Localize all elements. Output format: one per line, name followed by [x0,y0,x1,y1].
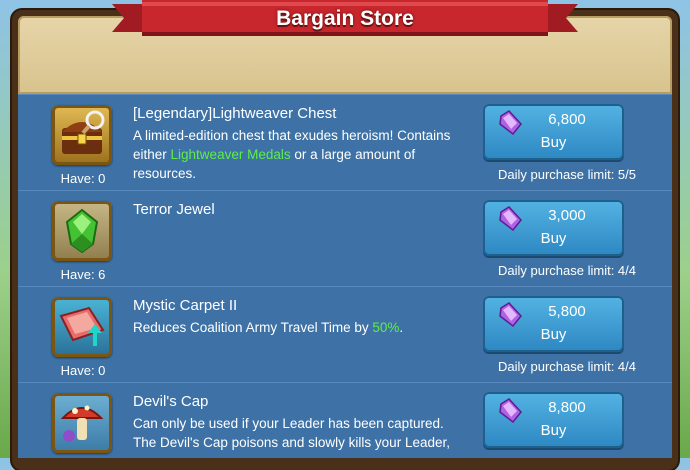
owned-count: Have: 0 [60,363,106,378]
buy-label: Buy [540,326,567,343]
highlight-text: Lightweaver Medals [170,147,291,162]
item-description: Reduces Coalition Army Travel Time by 50… [133,320,404,335]
gem-icon [499,302,522,328]
gem-icon [499,398,522,424]
buy-button[interactable]: 5,800 Buy [483,296,624,352]
list-item: Have: 0 [Legendary]Lightweaver Chest A l… [18,94,672,191]
treasure-chest-icon [52,105,112,165]
item-name: Devil's Cap [133,393,209,410]
item-name: [Legendary]Lightweaver Chest [133,105,337,122]
purchase-limit: Daily purchase limit: 4/4 [498,359,636,374]
owned-count: Have: 0 [60,171,106,186]
flying-carpet-icon [52,297,112,357]
buy-label: Buy [540,230,567,247]
price-label: 5,800 [548,303,586,320]
buy-label: Buy [540,422,567,439]
price-label: 8,800 [548,399,586,416]
purchase-limit: Daily purchase limit: 5/5 [498,167,636,182]
item-name: Terror Jewel [133,201,215,218]
green-jewel-icon [52,201,112,261]
price-label: 6,800 [548,111,586,128]
buy-button[interactable]: 6,800 Buy [483,104,624,160]
item-description: Can only be used if your Leader has been… [133,416,450,450]
purchase-limit: Daily purchase limit: 4/4 [498,263,636,278]
item-name: Mystic Carpet II [133,297,238,314]
list-item: Devil's Cap Can only be used if your Lea… [18,382,672,458]
list-item: Have: 6 Terror Jewel 3,000 Buy Daily pur… [18,190,672,287]
page-title: Bargain Store [276,7,414,30]
item-description: A limited-edition chest that exudes hero… [133,128,451,181]
gem-icon [499,110,522,136]
list-item: Have: 0 Mystic Carpet II Reduces Coaliti… [18,286,672,383]
price-label: 3,000 [548,207,586,224]
gem-icon [499,206,522,232]
item-list[interactable]: Have: 0 [Legendary]Lightweaver Chest A l… [18,94,672,458]
buy-label: Buy [540,134,567,151]
buy-button[interactable]: 8,800 Buy [483,392,624,448]
buy-button[interactable]: 3,000 Buy [483,200,624,256]
owned-count: Have: 6 [60,267,106,282]
title-banner: Bargain Store [112,0,578,40]
highlight-text: 50% [372,320,400,335]
mushroom-icon [52,393,112,453]
